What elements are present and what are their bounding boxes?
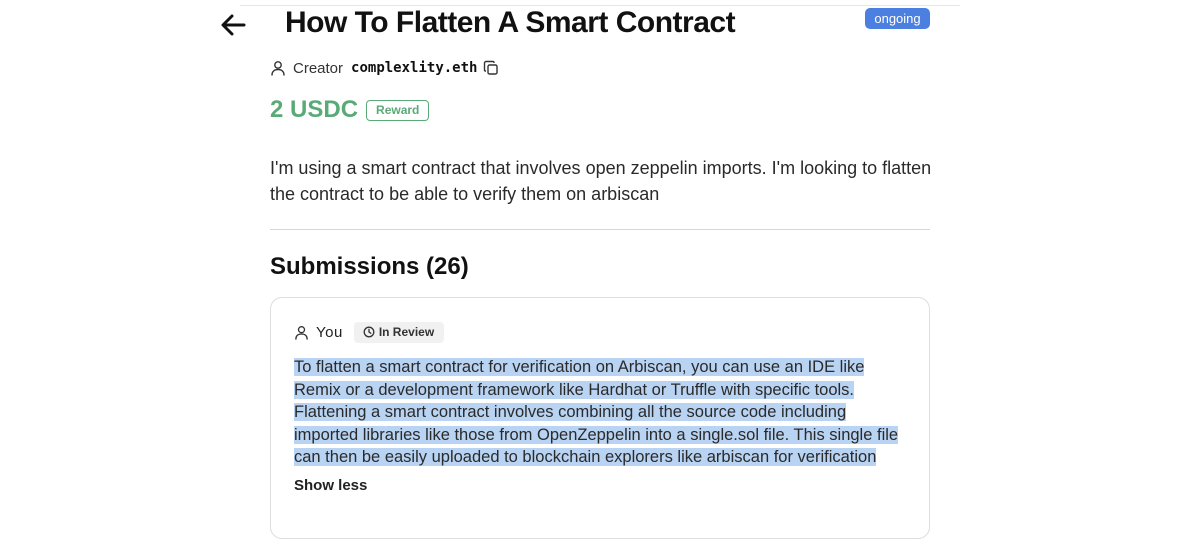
back-arrow-icon[interactable] [218,10,248,40]
reward-row: 2 USDC Reward [270,95,430,125]
submission-card: You In Review To flatten a smart contrac… [270,297,930,539]
user-icon [295,325,308,340]
submission-author: You [316,323,343,341]
submissions-heading: Submissions (26) [270,253,469,280]
selected-text: To flatten a smart contract for verifica… [294,358,899,467]
creator-name[interactable]: complexlity.eth [351,60,477,76]
section-divider [270,229,930,230]
reward-badge: Reward [366,99,430,121]
copy-icon[interactable] [483,60,499,76]
show-less-button[interactable]: Show less [294,477,367,494]
page-title: How To Flatten A Smart Contract [285,6,736,39]
submission-text: To flatten a smart contract for verifica… [294,356,914,469]
submission-header: You In Review [294,321,445,343]
review-status-label: In Review [378,325,435,339]
creator-label: Creator [293,59,344,77]
task-description: I'm using a smart contract that involves… [270,158,932,204]
creator-row: Creator complexlity.eth [270,58,499,78]
clock-icon [363,326,375,338]
reward-amount: 2 USDC [270,96,359,123]
user-icon [271,61,285,76]
review-status-badge: In Review [353,321,445,343]
status-badge: ongoing [865,8,930,29]
